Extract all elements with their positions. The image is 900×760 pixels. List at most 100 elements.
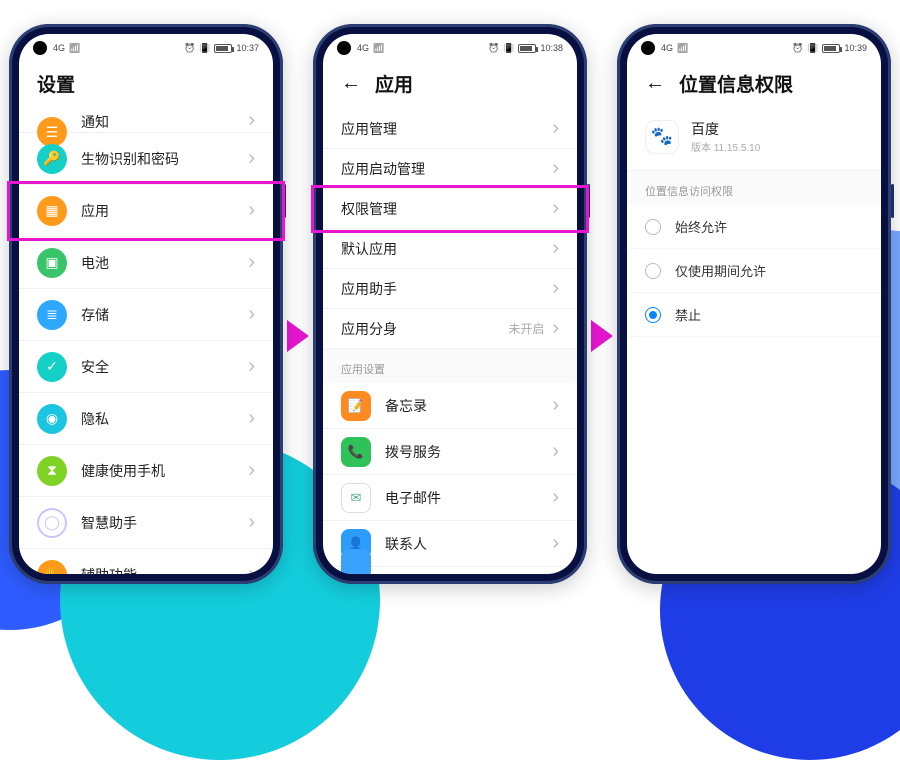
phone-frame-2: 4G 10:38 应用 应用管理应用启动管理权限管理默认应用应用助手应用分身未开… — [313, 24, 587, 584]
permission-option[interactable]: 禁止 — [627, 293, 881, 337]
chevron-right-icon — [552, 394, 559, 417]
camera-hole — [337, 41, 351, 55]
settings-row[interactable]: ✋ 辅助功能 — [19, 549, 273, 574]
app-item-icon: 📞 — [341, 437, 371, 467]
screen-location-permission: 4G 10:39 位置信息权限 🐾 百度 版本 11.15.5.10 — [627, 34, 881, 574]
chevron-right-icon — [248, 109, 255, 132]
app-settings-row[interactable]: 应用分身未开启 — [323, 309, 577, 349]
page-title: 应用 — [375, 70, 413, 97]
chevron-right-icon — [248, 407, 255, 430]
app-row[interactable]: ✉ 电子邮件 — [323, 475, 577, 521]
row-label: 应用分身 — [341, 319, 508, 339]
app-info: 🐾 百度 版本 11.15.5.10 — [627, 109, 881, 171]
signal-icon — [69, 43, 80, 54]
chevron-right-icon — [248, 303, 255, 326]
settings-item-label: 智慧助手 — [81, 513, 248, 533]
clock-label: 10:38 — [540, 43, 563, 53]
app-item-icon: ✉ — [341, 483, 371, 513]
app-row[interactable]: 📞拨号服务 — [323, 429, 577, 475]
network-label: 4G — [357, 43, 369, 53]
app-item-label: 联系人 — [385, 534, 552, 554]
chevron-right-icon — [552, 532, 559, 555]
settings-item-label: 通知 — [81, 112, 248, 132]
settings-item-label: 生物识别和密码 — [81, 149, 248, 169]
battery-icon — [214, 44, 232, 53]
chevron-right-icon — [248, 355, 255, 378]
section-header: 应用设置 — [323, 349, 577, 383]
radio-icon — [645, 263, 661, 279]
arrow-icon — [591, 320, 613, 352]
settings-row[interactable]: ◯智慧助手 — [19, 497, 273, 549]
settings-item-label: 隐私 — [81, 409, 248, 429]
app-name: 百度 — [691, 119, 760, 139]
settings-row[interactable]: ⧗健康使用手机 — [19, 445, 273, 497]
alarm-icon — [184, 43, 195, 54]
chevron-right-icon — [552, 117, 559, 140]
chevron-right-icon — [552, 277, 559, 300]
section-header: 位置信息访问权限 — [627, 171, 881, 205]
chevron-right-icon — [248, 147, 255, 170]
vibrate-icon — [503, 43, 514, 54]
alarm-icon — [488, 43, 499, 54]
phone-frame-3: 4G 10:39 位置信息权限 🐾 百度 版本 11.15.5.10 — [617, 24, 891, 584]
app-item-icon: 📝 — [341, 391, 371, 421]
settings-row[interactable]: ☰通知 — [19, 109, 273, 133]
clock-label: 10:39 — [844, 43, 867, 53]
app-item-label: 备忘录 — [385, 396, 552, 416]
signal-icon — [677, 43, 688, 54]
app-settings-row[interactable]: 应用启动管理 — [323, 149, 577, 189]
arrow-icon — [287, 320, 309, 352]
chevron-right-icon — [248, 563, 255, 574]
chevron-right-icon — [552, 317, 559, 340]
settings-row[interactable]: ✓ 安全 — [19, 341, 273, 393]
permission-options: 始终允许仅使用期间允许禁止 — [627, 205, 881, 337]
chevron-right-icon — [552, 486, 559, 509]
row-label: 应用助手 — [341, 279, 552, 299]
app-settings-row[interactable]: 权限管理 — [323, 189, 577, 229]
page-header: 设置 — [19, 62, 273, 109]
back-button[interactable] — [341, 72, 361, 95]
settings-row[interactable]: ▦应用 — [19, 185, 273, 237]
app-row[interactable]: 📝 备忘录 — [323, 383, 577, 429]
chevron-right-icon — [248, 459, 255, 482]
permission-option[interactable]: 始终允许 — [627, 205, 881, 249]
settings-row[interactable]: ≣存储 — [19, 289, 273, 341]
app-settings-row[interactable]: 应用助手 — [323, 269, 577, 309]
app-settings-row[interactable]: 默认应用 — [323, 229, 577, 269]
option-label: 禁止 — [675, 305, 701, 324]
chevron-right-icon — [552, 237, 559, 260]
settings-list[interactable]: ☰通知 🔑 生物识别和密码 ▦应用▣电池≣存储 ✓ 安全 ◉隐私⧗健康使用手机◯智慧助手 ✋ 辅… — [19, 109, 273, 574]
chevron-right-icon — [248, 199, 255, 222]
battery-icon — [822, 44, 840, 53]
chevron-right-icon — [248, 251, 255, 274]
settings-item-icon: 🔑 — [37, 144, 67, 174]
settings-item-label: 辅助功能 — [81, 565, 248, 575]
app-item-label: 电子邮件 — [385, 488, 552, 508]
status-bar: 4G 10:39 — [627, 34, 881, 62]
app-version: 版本 11.15.5.10 — [691, 139, 760, 154]
app-settings-row[interactable]: 应用管理 — [323, 109, 577, 149]
app-item-icon — [341, 549, 371, 574]
settings-row[interactable]: ▣电池 — [19, 237, 273, 289]
settings-row[interactable]: ◉隐私 — [19, 393, 273, 445]
vibrate-icon — [199, 43, 210, 54]
settings-item-icon: ✋ — [37, 560, 67, 575]
network-label: 4G — [661, 43, 673, 53]
permission-option[interactable]: 仅使用期间允许 — [627, 249, 881, 293]
option-label: 始终允许 — [675, 217, 727, 236]
chevron-right-icon — [552, 157, 559, 180]
network-label: 4G — [53, 43, 65, 53]
settings-row[interactable]: 🔑 生物识别和密码 — [19, 133, 273, 185]
page-header: 位置信息权限 — [627, 62, 881, 109]
app-row[interactable] — [323, 567, 577, 574]
radio-icon — [645, 219, 661, 235]
clock-label: 10:37 — [236, 43, 259, 53]
vibrate-icon — [807, 43, 818, 54]
settings-item-label: 安全 — [81, 357, 248, 377]
apps-list[interactable]: 应用管理应用启动管理权限管理默认应用应用助手应用分身未开启应用设置 📝 备忘录 📞拨号… — [323, 109, 577, 574]
settings-item-icon: ✓ — [37, 352, 67, 382]
row-label: 应用管理 — [341, 119, 552, 139]
page-title: 位置信息权限 — [679, 70, 793, 97]
back-button[interactable] — [645, 72, 665, 95]
settings-item-icon: ⧗ — [37, 456, 67, 486]
